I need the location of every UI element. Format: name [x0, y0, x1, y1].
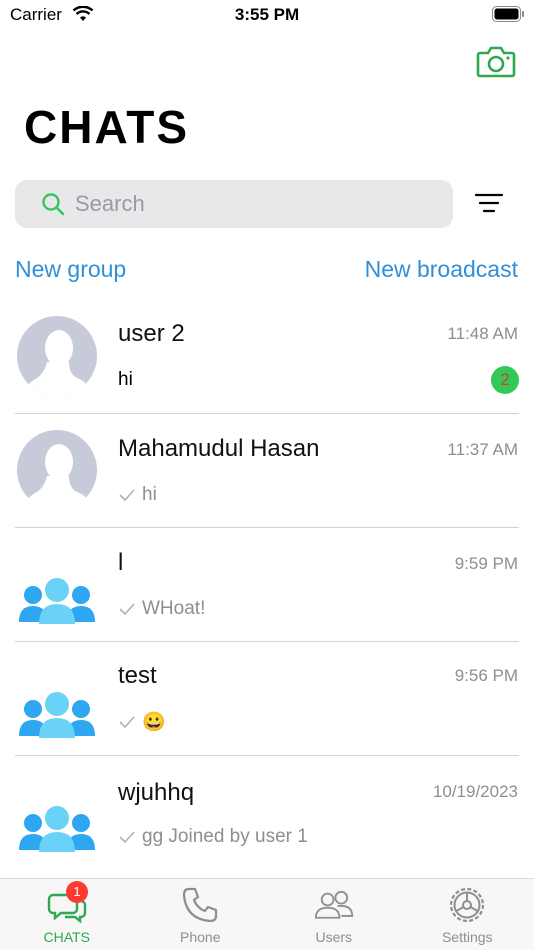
tab-label: CHATS	[43, 929, 90, 945]
tab-chats[interactable]: 1 CHATS	[0, 879, 134, 950]
unread-badge: 2	[491, 366, 519, 394]
sent-check-icon	[119, 831, 135, 844]
chat-row[interactable]: Mahamudul Hasan 11:37 AM hi	[0, 414, 534, 528]
tab-label: Phone	[180, 929, 221, 945]
chat-preview: WHoat!	[118, 598, 205, 620]
tab-settings[interactable]: Settings	[401, 879, 534, 950]
tab-badge: 1	[66, 881, 88, 903]
tab-phone[interactable]: Phone	[134, 879, 268, 950]
chat-preview-text: WHoat!	[142, 598, 206, 619]
chat-preview-text: gg Joined by user 1	[142, 826, 308, 847]
chat-preview-text: hi	[142, 484, 157, 505]
group-avatar-icon	[19, 806, 95, 852]
chat-preview: 😀	[118, 710, 166, 734]
chat-preview: hi	[118, 484, 157, 506]
search-icon	[42, 193, 65, 216]
chat-time: 11:37 AM	[447, 440, 518, 459]
tab-label: Settings	[441, 929, 493, 945]
chat-time: 11:48 AM	[447, 324, 518, 343]
clock: 3:55 PM	[234, 5, 300, 24]
tab-label: Users	[315, 929, 353, 945]
page-title: CHATS	[24, 101, 190, 153]
chat-name: l	[118, 549, 124, 576]
status-bar: Carrier 3:55 PM	[0, 0, 534, 30]
chat-name: wjuhhq	[118, 779, 195, 806]
chat-row[interactable]: user 2 11:48 AM hi 2	[0, 300, 534, 414]
search-input[interactable]	[75, 180, 435, 228]
chat-name: user 2	[118, 320, 185, 347]
users-icon	[314, 890, 353, 919]
chat-time: 10/19/2023	[432, 782, 518, 801]
camera-icon[interactable]	[476, 44, 516, 78]
chat-preview-emoji: 😀	[142, 712, 166, 733]
new-group-link[interactable]: New group	[15, 256, 126, 283]
chat-preview: gg Joined by user 1	[118, 826, 308, 848]
sent-check-icon	[119, 489, 135, 502]
chat-row[interactable]: wjuhhq 10/19/2023 gg Joined by user 1	[0, 756, 534, 870]
chat-name: test	[118, 662, 157, 689]
chat-row[interactable]: test 9:56 PM 😀	[0, 642, 534, 756]
chat-preview-text: hi	[118, 369, 133, 390]
chat-time: 9:56 PM	[454, 666, 518, 685]
gear-icon	[450, 887, 485, 923]
person-avatar-icon	[17, 430, 97, 510]
battery-icon	[492, 6, 524, 22]
phone-icon	[183, 887, 218, 923]
sent-check-icon	[119, 716, 135, 729]
search-bar[interactable]	[15, 180, 453, 228]
person-avatar-icon	[17, 316, 97, 396]
new-broadcast-link[interactable]: New broadcast	[365, 256, 518, 283]
sent-check-icon	[119, 603, 135, 616]
group-avatar-icon	[19, 692, 95, 738]
chat-row[interactable]: l 9:59 PM WHoat!	[0, 528, 534, 642]
filter-icon[interactable]	[474, 191, 504, 215]
tab-bar: 1 CHATS Phone Users Settings	[0, 878, 534, 950]
chat-name: Mahamudul Hasan	[118, 435, 320, 462]
tab-users[interactable]: Users	[267, 879, 401, 950]
group-avatar-icon	[19, 578, 95, 624]
chat-preview: hi	[118, 369, 133, 391]
chat-time: 9:59 PM	[454, 554, 518, 573]
